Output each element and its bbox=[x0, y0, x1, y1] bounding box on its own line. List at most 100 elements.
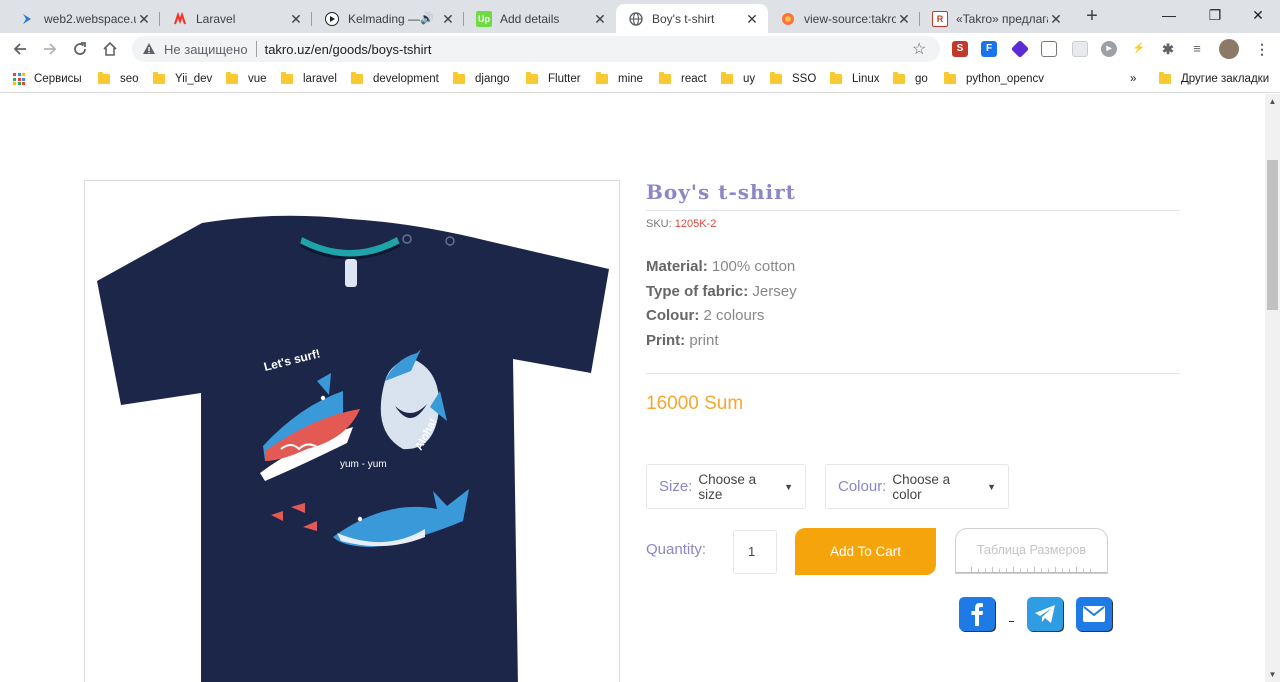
quantity-input[interactable]: 1 bbox=[733, 530, 777, 574]
bookmark-folder[interactable]: development bbox=[351, 71, 439, 87]
product-title: Boy's t-shirt bbox=[646, 180, 796, 204]
r-icon: R bbox=[932, 10, 948, 27]
sku: SKU: 1205K-2 bbox=[646, 218, 716, 230]
tab-add-details[interactable]: Up Add details ✕ bbox=[464, 4, 616, 33]
bookmark-folder[interactable]: Linux bbox=[830, 71, 880, 87]
bookmark-folder[interactable]: python_opencv bbox=[944, 71, 1044, 87]
security-label[interactable]: Не защищено bbox=[164, 42, 248, 57]
menu-kebab-icon[interactable]: ⋮ bbox=[1254, 41, 1270, 57]
bookmark-folder[interactable]: laravel bbox=[281, 71, 337, 87]
close-icon[interactable]: ✕ bbox=[288, 11, 304, 27]
chevron-down-icon: ▼ bbox=[987, 481, 996, 492]
firefox-icon bbox=[780, 11, 796, 27]
page-scrollbar[interactable]: ▲ ▼ bbox=[1265, 94, 1280, 682]
extension-f-icon[interactable]: F bbox=[981, 41, 997, 57]
attribute-fabric: Type of fabric: Jersey bbox=[646, 283, 797, 300]
reading-list-icon[interactable]: ≡ bbox=[1189, 41, 1205, 57]
size-table-button[interactable]: Таблица Размеров bbox=[955, 528, 1108, 574]
share-facebook-button[interactable] bbox=[959, 597, 995, 631]
folder-icon bbox=[770, 72, 782, 84]
extension-blank-icon[interactable] bbox=[1072, 41, 1088, 57]
folder-icon bbox=[1159, 72, 1171, 84]
bookmark-folder[interactable]: Yii_dev bbox=[153, 71, 212, 87]
bookmark-folder[interactable]: SSO bbox=[770, 71, 816, 87]
bookmark-folder[interactable]: django bbox=[453, 71, 510, 87]
close-window-button[interactable]: ✕ bbox=[1236, 2, 1280, 28]
restore-button[interactable]: ❐ bbox=[1193, 2, 1237, 28]
folder-icon bbox=[281, 72, 293, 84]
extension-cube-icon[interactable] bbox=[1041, 41, 1057, 57]
tab-takro-offers[interactable]: R «Takro» предлагает ✕ bbox=[920, 4, 1072, 33]
folder-icon bbox=[153, 72, 165, 84]
bookmarks-overflow-button[interactable]: » bbox=[1130, 71, 1136, 87]
folder-icon bbox=[351, 72, 363, 84]
tab-laravel[interactable]: Laravel ✕ bbox=[160, 4, 312, 33]
close-icon[interactable]: ✕ bbox=[136, 11, 152, 27]
bookmark-folder[interactable]: mine bbox=[596, 71, 643, 87]
tshirt-illustration: Let's surf! yum - yum Aloha! bbox=[97, 215, 609, 682]
url-text[interactable]: takro.uz/en/goods/boys-tshirt bbox=[265, 42, 912, 57]
extension-circle-icon[interactable]: ▸ bbox=[1101, 41, 1117, 57]
tab-title: «Takro» предлагает bbox=[956, 11, 1048, 26]
other-bookmarks[interactable]: Другие закладки bbox=[1159, 71, 1269, 87]
back-button[interactable] bbox=[8, 37, 32, 61]
scroll-down-arrow-icon[interactable]: ▼ bbox=[1265, 667, 1280, 682]
sku-label: SKU: bbox=[646, 218, 672, 230]
bookmark-folder[interactable]: vue bbox=[226, 71, 267, 87]
tab-web2[interactable]: web2.webspace.uz ✕ bbox=[8, 4, 160, 33]
share-telegram-button[interactable] bbox=[1027, 597, 1063, 631]
avatar[interactable] bbox=[1219, 39, 1239, 59]
folder-icon bbox=[98, 72, 110, 84]
close-icon[interactable]: ✕ bbox=[1048, 11, 1064, 27]
extension-s-icon[interactable]: S bbox=[952, 41, 968, 57]
facebook-icon bbox=[971, 603, 983, 626]
tab-title: Add details bbox=[500, 11, 560, 26]
colour-select[interactable]: Colour: Choose a color ▼ bbox=[825, 464, 1009, 509]
bookmark-star-icon[interactable]: ☆ bbox=[912, 39, 932, 59]
size-select[interactable]: Size: Choose a size ▼ bbox=[646, 464, 806, 509]
divider bbox=[646, 210, 1180, 211]
tab-kelmading[interactable]: Kelmading — 🔊 ✕ bbox=[312, 4, 464, 33]
new-tab-button[interactable]: + bbox=[1081, 6, 1103, 28]
quantity-label: Quantity: bbox=[646, 541, 707, 558]
bookmark-folder[interactable]: react bbox=[659, 71, 707, 87]
extension-diamond-icon[interactable] bbox=[1010, 39, 1030, 59]
bookmark-folder[interactable]: Flutter bbox=[526, 71, 581, 87]
upwork-icon: Up bbox=[476, 10, 492, 27]
bookmark-folder[interactable]: uy bbox=[721, 71, 755, 87]
folder-icon bbox=[526, 72, 538, 84]
bookmark-folder[interactable]: seo bbox=[98, 71, 139, 87]
close-icon[interactable]: ✕ bbox=[592, 11, 608, 27]
close-icon[interactable]: ✕ bbox=[440, 11, 456, 27]
extension-bolt-icon[interactable]: ⚡ bbox=[1131, 41, 1147, 57]
close-icon[interactable]: ✕ bbox=[896, 11, 912, 27]
home-button[interactable] bbox=[98, 37, 122, 61]
minimize-button[interactable]: — bbox=[1147, 2, 1191, 28]
tab-title: web2.webspace.uz bbox=[44, 11, 136, 26]
browser-toolbar: Не защищено takro.uz/en/goods/boys-tshir… bbox=[0, 33, 1280, 65]
add-to-cart-button[interactable]: Add To Cart bbox=[795, 528, 936, 575]
extensions-puzzle-icon[interactable]: ✱ bbox=[1160, 41, 1176, 57]
telegram-icon bbox=[1035, 605, 1055, 623]
folder-icon bbox=[721, 72, 733, 84]
scrollbar-thumb[interactable] bbox=[1267, 160, 1278, 310]
forward-button[interactable] bbox=[38, 37, 62, 61]
close-icon[interactable]: ✕ bbox=[744, 11, 760, 27]
share-email-button[interactable] bbox=[1076, 597, 1112, 631]
divider bbox=[646, 373, 1180, 374]
reload-button[interactable] bbox=[68, 37, 92, 61]
tab-boys-tshirt[interactable]: Boy's t-shirt ✕ bbox=[616, 4, 768, 33]
speaker-icon[interactable]: 🔊 bbox=[420, 12, 434, 25]
bookmark-apps[interactable]: Сервисы bbox=[13, 71, 82, 87]
arrow-icon bbox=[20, 11, 36, 27]
tab-view-source[interactable]: view-source:takro ✕ bbox=[768, 4, 920, 33]
product-image[interactable]: Let's surf! yum - yum Aloha! bbox=[84, 180, 620, 682]
tab-strip: web2.webspace.uz ✕ Laravel ✕ Kelmading —… bbox=[0, 0, 1280, 33]
price: 16000 Sum bbox=[646, 393, 744, 414]
bookmark-folder[interactable]: go bbox=[893, 71, 928, 87]
ruler-icon bbox=[956, 566, 1107, 573]
address-bar[interactable]: Не защищено takro.uz/en/goods/boys-tshir… bbox=[132, 36, 940, 62]
page-content: Let's surf! yum - yum Aloha! Boy's t-shi… bbox=[0, 94, 1280, 682]
tab-title: Laravel bbox=[196, 11, 236, 26]
scroll-up-arrow-icon[interactable]: ▲ bbox=[1265, 94, 1280, 109]
